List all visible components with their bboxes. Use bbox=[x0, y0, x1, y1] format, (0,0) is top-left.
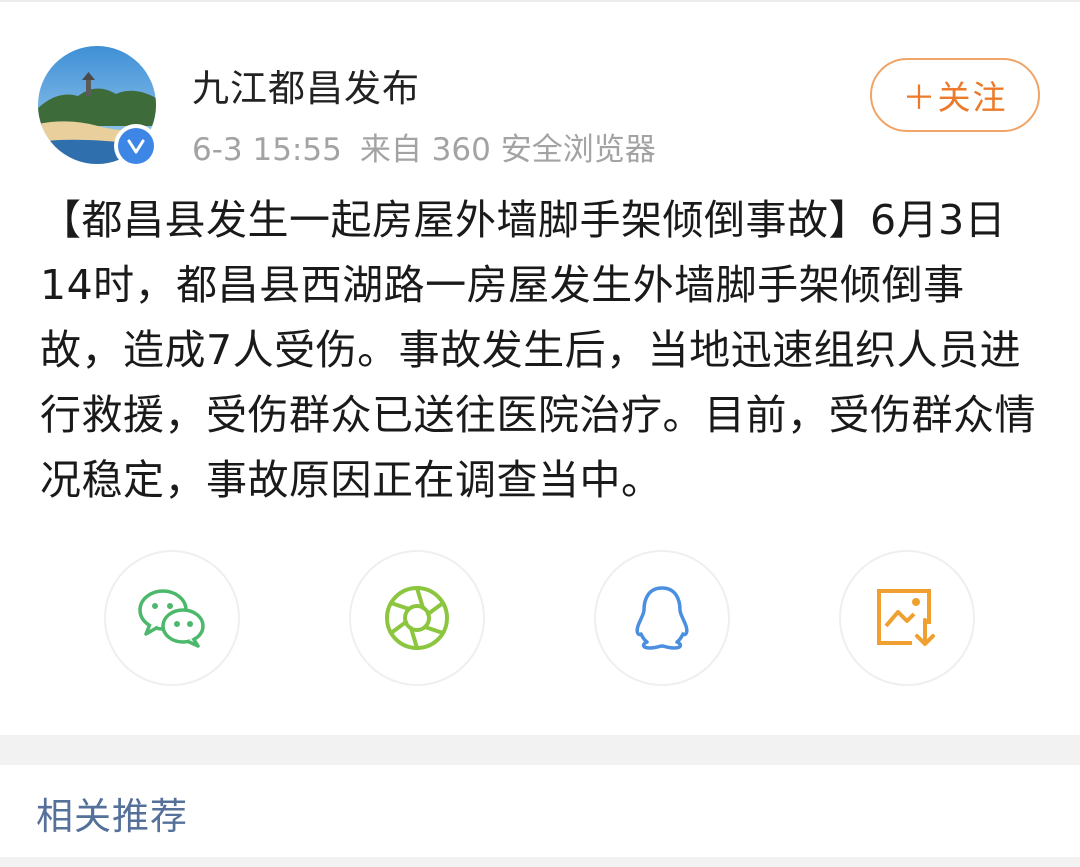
section-divider bbox=[0, 735, 1080, 765]
moments-aperture-icon bbox=[385, 586, 449, 650]
qq-penguin-icon bbox=[635, 586, 689, 650]
verified-check-icon bbox=[127, 139, 145, 154]
related-recommendations-title[interactable]: 相关推荐 bbox=[36, 786, 188, 840]
verified-badge bbox=[114, 124, 158, 168]
account-name[interactable]: 九江都昌发布 bbox=[192, 58, 420, 112]
follow-button[interactable]: ＋关注 bbox=[870, 58, 1040, 132]
bottom-divider bbox=[0, 857, 1080, 867]
post-source: 来自 360 安全浏览器 bbox=[359, 132, 656, 168]
share-moments-button[interactable] bbox=[349, 550, 485, 686]
weibo-post-page: 九江都昌发布 6-3 15:55 来自 360 安全浏览器 ＋关注 【都昌县发生一… bbox=[0, 0, 1080, 867]
share-qq-button[interactable] bbox=[594, 550, 730, 686]
wechat-icon bbox=[138, 589, 205, 648]
share-wechat-button[interactable] bbox=[104, 550, 240, 686]
post-meta: 6-3 15:55 来自 360 安全浏览器 bbox=[192, 124, 656, 169]
post-date-time: 6-3 15:55 bbox=[192, 132, 342, 168]
top-divider bbox=[0, 0, 1080, 2]
save-image-button[interactable] bbox=[839, 550, 975, 686]
save-image-icon bbox=[877, 589, 938, 650]
post-text: 【都昌县发生一起房屋外墙脚手架倾倒事故】6月3日14时，都昌县西湖路一房屋发生外… bbox=[40, 196, 1036, 504]
